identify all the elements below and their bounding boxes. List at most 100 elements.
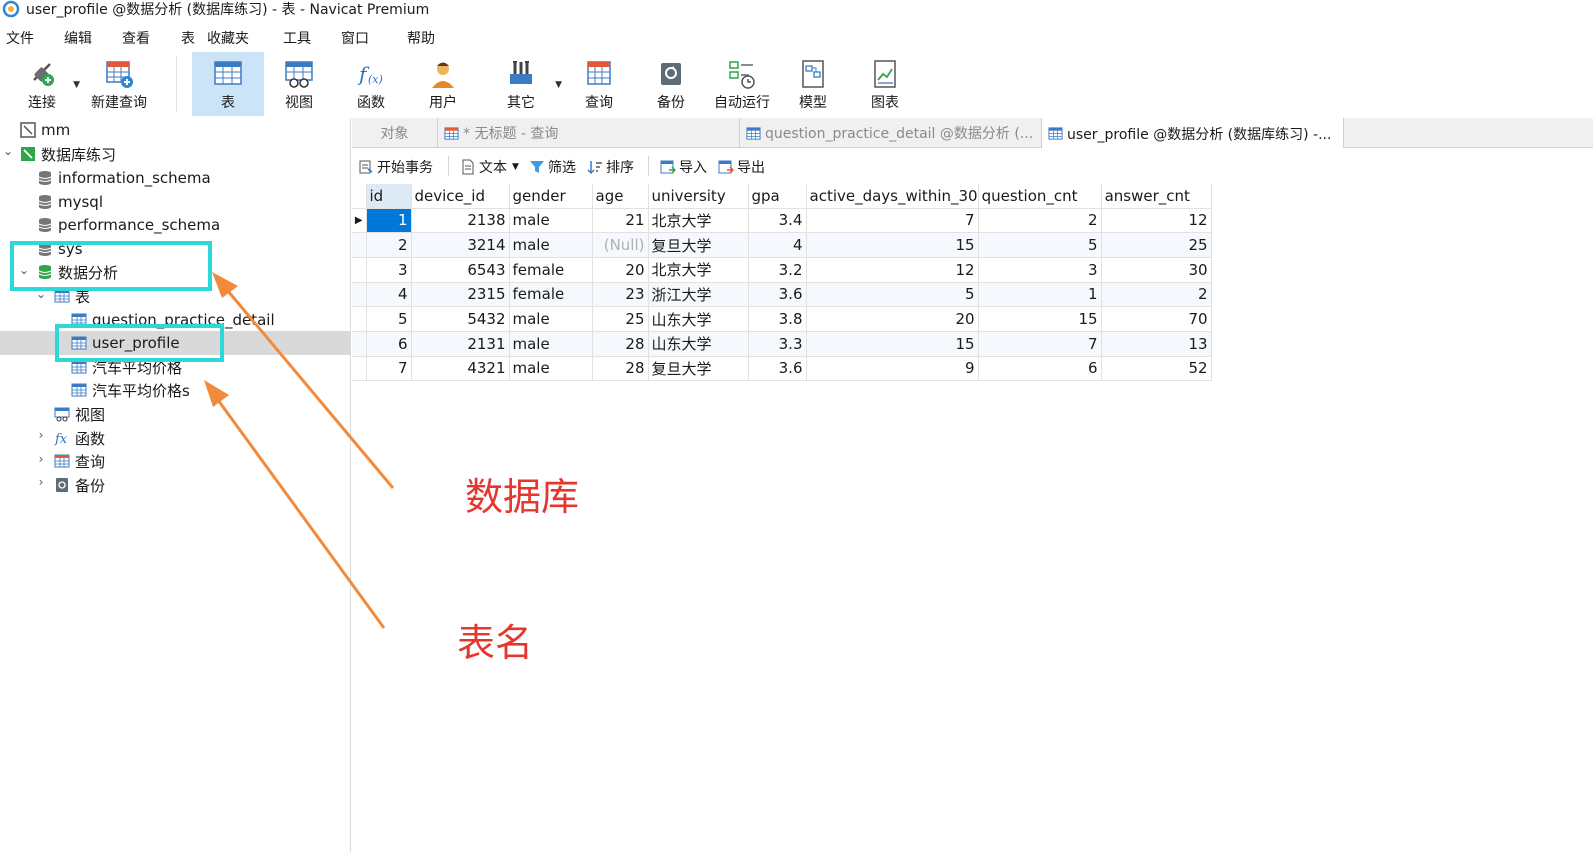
cell-university[interactable]: 北京大学: [648, 257, 749, 283]
cell-university[interactable]: 复旦大学: [648, 356, 749, 382]
cell-id[interactable]: 1: [366, 208, 412, 234]
tab-untitled-query[interactable]: * 无标题 - 查询: [438, 118, 740, 148]
row-indicator[interactable]: [352, 331, 367, 357]
cell-device-id[interactable]: 5432: [411, 306, 510, 332]
cell-device-id[interactable]: 2315: [411, 282, 510, 308]
cell-device-id[interactable]: 2131: [411, 331, 510, 357]
tab-question-practice-detail[interactable]: question_practice_detail @数据分析 (...: [740, 118, 1042, 148]
cell-gender[interactable]: female: [509, 257, 593, 283]
cell-id[interactable]: 2: [366, 232, 412, 258]
cell-age[interactable]: 25: [592, 306, 649, 332]
menu-window[interactable]: 窗口: [341, 28, 369, 48]
cell-id[interactable]: 4: [366, 282, 412, 308]
menu-tools[interactable]: 工具: [283, 28, 311, 48]
tree-group-functions[interactable]: fx 函数: [54, 426, 105, 450]
cell-device-id[interactable]: 6543: [411, 257, 510, 283]
begin-transaction-button[interactable]: 开始事务: [358, 157, 433, 177]
cell-age[interactable]: 28: [592, 356, 649, 382]
query-button[interactable]: 查询: [570, 52, 628, 116]
menu-help[interactable]: 帮助: [407, 28, 435, 48]
tree-conn-practice[interactable]: 数据库练习: [20, 142, 116, 166]
cell-active-days[interactable]: 20: [806, 306, 979, 332]
column-header-device-id[interactable]: device_id: [411, 184, 510, 209]
cell-answer-cnt[interactable]: 52: [1101, 356, 1212, 382]
cell-university[interactable]: 复旦大学: [648, 232, 749, 258]
tree-table-car-prices[interactable]: 汽车平均价格s: [71, 378, 190, 402]
cell-question-cnt[interactable]: 3: [978, 257, 1102, 283]
cell-university[interactable]: 山东大学: [648, 306, 749, 332]
tree-conn-mm[interactable]: mm: [20, 118, 70, 142]
column-header-question-cnt[interactable]: question_cnt: [978, 184, 1102, 209]
cell-answer-cnt[interactable]: 70: [1101, 306, 1212, 332]
cell-active-days[interactable]: 15: [806, 331, 979, 357]
export-button[interactable]: 导出: [718, 157, 765, 177]
cell-age[interactable]: 21: [592, 208, 649, 234]
column-header-gender[interactable]: gender: [509, 184, 593, 209]
cell-gpa[interactable]: 3.2: [748, 257, 807, 283]
cell-gender[interactable]: male: [509, 208, 593, 234]
cell-active-days[interactable]: 7: [806, 208, 979, 234]
tree-group-queries[interactable]: 查询: [54, 449, 105, 473]
menu-view[interactable]: 查看: [122, 28, 150, 48]
current-row-indicator-icon[interactable]: ▶: [352, 208, 367, 234]
cell-gpa[interactable]: 3.6: [748, 282, 807, 308]
tree-group-views[interactable]: 视图: [54, 402, 105, 426]
cell-question-cnt[interactable]: 1: [978, 282, 1102, 308]
cell-age[interactable]: 20: [592, 257, 649, 283]
cell-question-cnt[interactable]: 5: [978, 232, 1102, 258]
cell-gpa[interactable]: 4: [748, 232, 807, 258]
cell-id[interactable]: 3: [366, 257, 412, 283]
cell-university[interactable]: 山东大学: [648, 331, 749, 357]
other-dropdown-icon[interactable]: ▼: [555, 80, 562, 90]
view-button[interactable]: 视图: [270, 52, 328, 116]
chevron-right-icon[interactable]: ›: [35, 428, 47, 442]
import-button[interactable]: 导入: [660, 157, 707, 177]
model-button[interactable]: 模型: [786, 52, 840, 116]
cell-id[interactable]: 7: [366, 356, 412, 382]
column-header-gpa[interactable]: gpa: [748, 184, 807, 209]
text-view-button[interactable]: 文本 ▼: [460, 157, 519, 177]
column-header-age[interactable]: age: [592, 184, 649, 209]
function-button[interactable]: f (x) 函数: [342, 52, 400, 116]
tree-db-mysql[interactable]: mysql: [37, 190, 103, 214]
connect-dropdown-icon[interactable]: ▼: [73, 80, 80, 90]
chart-button[interactable]: 图表: [858, 52, 912, 116]
cell-gender[interactable]: male: [509, 232, 593, 258]
cell-answer-cnt[interactable]: 25: [1101, 232, 1212, 258]
cell-gpa[interactable]: 3.8: [748, 306, 807, 332]
cell-gender[interactable]: female: [509, 282, 593, 308]
tab-objects[interactable]: 对象: [352, 118, 438, 148]
cell-id[interactable]: 6: [366, 331, 412, 357]
row-indicator[interactable]: [352, 282, 367, 308]
cell-question-cnt[interactable]: 6: [978, 356, 1102, 382]
cell-gender[interactable]: male: [509, 356, 593, 382]
tree-db-information-schema[interactable]: information_schema: [37, 166, 211, 190]
row-indicator[interactable]: [352, 232, 367, 258]
tree-group-backups[interactable]: 备份: [54, 473, 105, 497]
chevron-down-icon[interactable]: ⌄: [2, 144, 14, 158]
cell-answer-cnt[interactable]: 13: [1101, 331, 1212, 357]
new-query-button[interactable]: 新建查询: [88, 52, 150, 116]
table-button[interactable]: 表: [192, 52, 264, 116]
filter-button[interactable]: 筛选: [529, 157, 576, 177]
column-header-active-days[interactable]: active_days_within_30: [806, 184, 979, 209]
row-indicator[interactable]: [352, 257, 367, 283]
cell-question-cnt[interactable]: 7: [978, 331, 1102, 357]
user-button[interactable]: 用户: [414, 52, 472, 116]
cell-device-id[interactable]: 4321: [411, 356, 510, 382]
row-indicator[interactable]: [352, 306, 367, 332]
menu-favorites[interactable]: 收藏夹: [207, 28, 249, 48]
backup-button[interactable]: 备份: [642, 52, 700, 116]
row-indicator[interactable]: [352, 356, 367, 382]
cell-answer-cnt[interactable]: 30: [1101, 257, 1212, 283]
tab-user-profile[interactable]: user_profile @数据分析 (数据库练习) -...: [1042, 118, 1344, 149]
column-header-answer-cnt[interactable]: answer_cnt: [1101, 184, 1212, 209]
cell-age[interactable]: 23: [592, 282, 649, 308]
cell-gender[interactable]: male: [509, 306, 593, 332]
column-header-id[interactable]: id: [366, 184, 412, 209]
cell-age[interactable]: 28: [592, 331, 649, 357]
cell-active-days[interactable]: 12: [806, 257, 979, 283]
cell-gpa[interactable]: 3.4: [748, 208, 807, 234]
cell-active-days[interactable]: 5: [806, 282, 979, 308]
tree-db-performance-schema[interactable]: performance_schema: [37, 213, 220, 237]
